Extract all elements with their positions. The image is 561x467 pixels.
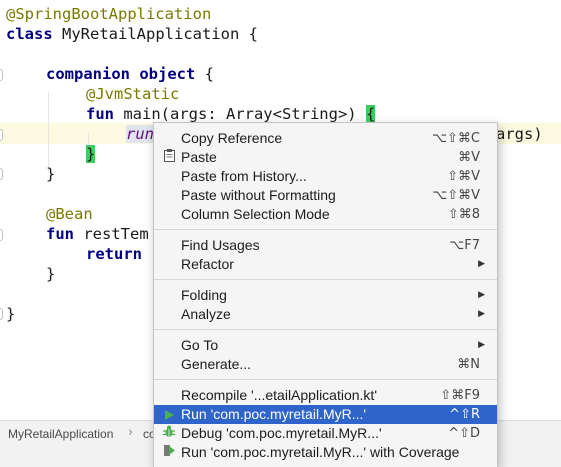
menu-item-analyze[interactable]: Analyze ▶ [154, 305, 497, 324]
menu-item-shortcut: ⌥⇧⌘V [432, 188, 480, 203]
code-text: } [46, 265, 56, 283]
menu-item-shortcut: ⌘V [458, 150, 480, 165]
code-text: } [46, 165, 56, 183]
menu-item-paste-from-history[interactable]: Paste from History... ⇧⌘V [154, 167, 497, 186]
menu-item-label: Debug 'com.poc.myretail.MyR...' [181, 425, 382, 441]
code-line-4: companion object { [0, 64, 214, 84]
menu-item-shortcut: ⌘N [457, 357, 480, 372]
code-line-13: return [0, 244, 142, 264]
menu-item-generate[interactable]: Generate... ⌘N [154, 355, 497, 374]
menu-item-label: Paste from History... [181, 168, 307, 184]
menu-separator [154, 279, 497, 280]
code-line-7-tail: args) [496, 124, 543, 144]
code-line-11: @Bean [0, 204, 93, 224]
breadcrumb-separator: › [128, 425, 134, 440]
menu-item-label: Column Selection Mode [181, 206, 330, 222]
menu-item-shortcut: ⇧⌘V [447, 169, 480, 184]
run-icon [162, 406, 176, 423]
submenu-arrow-icon: ▶ [478, 259, 485, 269]
menu-item-label: Find Usages [181, 237, 260, 253]
annotation: @JvmStatic [86, 85, 180, 103]
menu-item-folding[interactable]: Folding ▶ [154, 286, 497, 305]
menu-item-paste[interactable]: Paste ⌘V [154, 148, 497, 167]
menu-item-label: Run 'com.poc.myretail.MyR...' [181, 406, 367, 422]
menu-item-label: Analyze [181, 306, 231, 322]
run-call: run [126, 125, 154, 143]
matched-brace: } [86, 145, 96, 163]
menu-item-run[interactable]: Run 'com.poc.myretail.MyR...' ^⇧R [154, 405, 497, 424]
code-line-1: @SpringBootApplication [0, 4, 211, 24]
menu-separator [154, 329, 497, 330]
menu-separator [154, 379, 497, 380]
code-text: { [195, 65, 215, 83]
code-line-9: } [0, 164, 55, 184]
annotation: @Bean [46, 205, 93, 223]
menu-item-recompile[interactable]: Recompile '...etailApplication.kt' ⇧⌘F9 [154, 386, 497, 405]
menu-item-label: Folding [181, 287, 227, 303]
keyword: fun [86, 105, 114, 123]
code-text: } [6, 305, 16, 323]
annotation: @SpringBootApplication [6, 5, 212, 23]
code-line-2: class MyRetailApplication { [0, 24, 258, 44]
clipboard-icon [162, 149, 176, 166]
menu-item-column-selection-mode[interactable]: Column Selection Mode ⇧⌘8 [154, 205, 497, 224]
menu-item-label: Paste [181, 149, 217, 165]
submenu-arrow-icon: ▶ [478, 309, 485, 319]
menu-item-label: Go To [181, 337, 219, 353]
menu-item-label: Refactor [181, 256, 234, 272]
menu-item-label: Recompile '...etailApplication.kt' [181, 387, 377, 403]
code-line-6: fun main(args: Array<String>) { [0, 104, 376, 124]
menu-item-shortcut: ^⇧D [448, 426, 480, 441]
code-text: args) [496, 125, 543, 143]
matched-brace: { [365, 105, 376, 123]
submenu-arrow-icon: ▶ [478, 340, 485, 350]
menu-item-refactor[interactable]: Refactor ▶ [154, 255, 497, 274]
keyword: companion [46, 65, 130, 83]
breadcrumb-item-class[interactable]: MyRetailApplication [8, 427, 113, 441]
menu-item-shortcut: ⇧⌘F9 [440, 388, 480, 403]
menu-item-label: Generate... [181, 356, 252, 372]
function-signature: restTem [74, 225, 149, 243]
code-line-5: @JvmStatic [0, 84, 179, 104]
code-line-8: } [0, 144, 96, 164]
code-line-7: run [0, 124, 154, 144]
menu-item-debug[interactable]: Debug 'com.poc.myretail.MyR...' ^⇧D [154, 424, 497, 443]
coverage-icon [162, 444, 176, 461]
menu-item-shortcut: ⌥F7 [449, 238, 480, 253]
menu-separator [154, 229, 497, 230]
menu-item-copy-reference[interactable]: Copy Reference ⌥⇧⌘C [154, 129, 497, 148]
class-declaration: MyRetailApplication { [52, 25, 258, 43]
menu-item-shortcut: ^⇧R [449, 407, 480, 422]
menu-item-find-usages[interactable]: Find Usages ⌥F7 [154, 236, 497, 255]
menu-item-label: Paste without Formatting [181, 187, 336, 203]
keyword: class [6, 25, 53, 43]
menu-item-go-to[interactable]: Go To ▶ [154, 336, 497, 355]
menu-item-paste-without-formatting[interactable]: Paste without Formatting ⌥⇧⌘V [154, 186, 497, 205]
context-menu: Copy Reference ⌥⇧⌘C Paste ⌘V Paste from … [153, 122, 498, 467]
submenu-arrow-icon: ▶ [478, 290, 485, 300]
keyword: return [86, 245, 142, 263]
code-line-16: } [0, 304, 15, 324]
menu-item-shortcut: ⌥⇧⌘C [432, 131, 480, 146]
menu-item-label: Copy Reference [181, 130, 283, 146]
code-line-12: fun restTem [0, 224, 149, 244]
menu-item-run-with-coverage[interactable]: Run 'com.poc.myretail.MyR...' with Cover… [154, 443, 497, 462]
menu-item-shortcut: ⇧⌘8 [447, 207, 480, 222]
code-line-14: } [0, 264, 55, 284]
menu-item-label: Run 'com.poc.myretail.MyR...' with Cover… [181, 444, 460, 460]
function-signature: main(args: Array<String>) [114, 105, 366, 123]
keyword: fun [46, 225, 74, 243]
debug-icon [162, 425, 176, 442]
keyword: object [139, 65, 196, 83]
